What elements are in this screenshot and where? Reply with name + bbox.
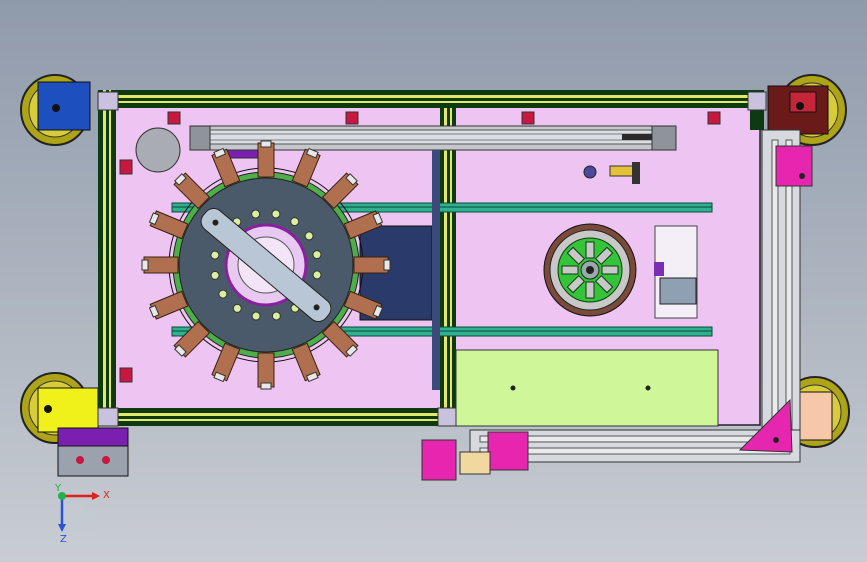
turntable-nozzle bbox=[312, 250, 322, 260]
vertical-profile bbox=[432, 150, 440, 390]
cad-viewport[interactable]: X Y Z bbox=[0, 0, 867, 562]
cylinder-bracket bbox=[227, 149, 259, 159]
sensor-disk[interactable] bbox=[135, 127, 181, 173]
turntable-nozzle bbox=[290, 217, 300, 227]
magenta-bracket-right-top[interactable] bbox=[775, 145, 813, 187]
motor-slot bbox=[585, 281, 595, 299]
turntable-slider bbox=[141, 256, 179, 274]
motor-slot bbox=[561, 265, 579, 275]
turntable-nozzle bbox=[210, 270, 220, 280]
turntable-nozzle bbox=[251, 209, 261, 219]
turntable-nozzle bbox=[304, 231, 314, 241]
turntable-nozzle bbox=[210, 250, 220, 260]
turntable-nozzle bbox=[232, 303, 242, 313]
z-axis-label: Z bbox=[60, 534, 67, 545]
motor-slot bbox=[585, 241, 595, 259]
control-box[interactable] bbox=[57, 427, 129, 477]
turntable-slider bbox=[257, 140, 275, 178]
turntable-slider bbox=[353, 256, 391, 274]
lime-mounting-plate[interactable] bbox=[455, 349, 719, 427]
turntable-nozzle bbox=[251, 311, 261, 321]
coordinate-triad: X Y Z bbox=[54, 483, 110, 545]
motor-slot bbox=[601, 265, 619, 275]
turntable-nozzle bbox=[312, 270, 322, 280]
turntable-nozzle bbox=[271, 209, 281, 219]
turntable-slider bbox=[257, 352, 275, 390]
caster-wheel-top-left[interactable] bbox=[20, 74, 91, 146]
turntable-nozzle bbox=[271, 311, 281, 321]
stator-motor[interactable] bbox=[543, 223, 698, 319]
y-axis-label: Y bbox=[54, 483, 62, 494]
x-axis-label: X bbox=[103, 490, 110, 501]
turntable-nozzle bbox=[218, 289, 228, 299]
